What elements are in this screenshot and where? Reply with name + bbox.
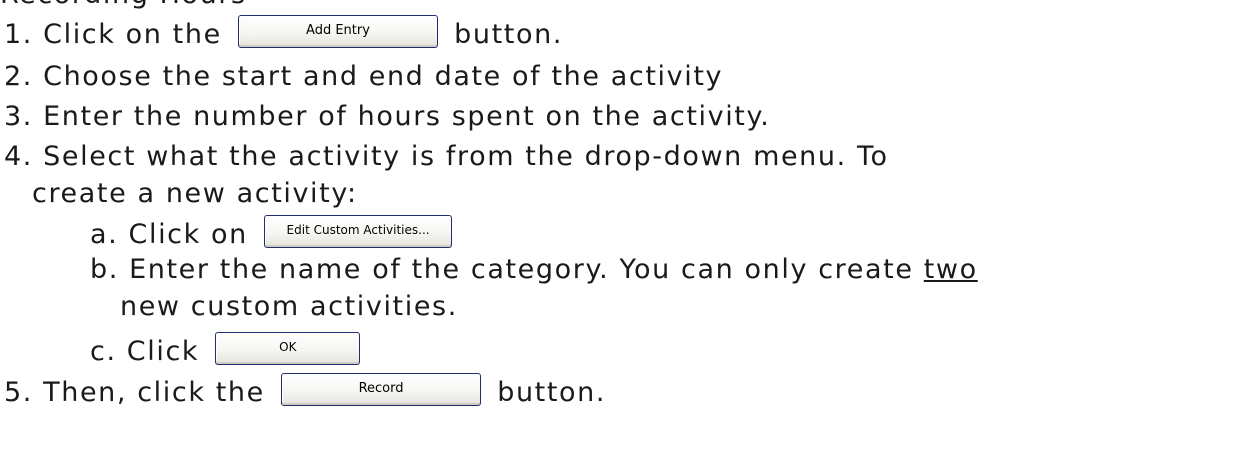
substep-b-underlined-word: two [923,254,978,285]
substep-b-line-2: new custom activities. [120,291,458,322]
substep-a: a. Click on Edit Custom Activities... [90,215,458,252]
substep-c-prefix: c. Click [90,336,200,367]
section-heading: Recording Hours [0,0,247,12]
step-5: 5. Then, click the Record button. [4,373,607,410]
step-3: 3. Enter the number of hours spent on th… [4,101,771,132]
substep-b-line-1: b. Enter the name of the category. You c… [90,253,978,287]
step-4-line-1: 4. Select what the activity is from the … [4,141,889,172]
step-1-suffix: button. [454,19,564,50]
record-button[interactable]: Record [281,373,482,406]
step-4-line-2: create a new activity: [32,178,358,209]
step-1-prefix: 1. Click on the [4,19,222,50]
substep-a-prefix: a. Click on [90,219,248,250]
edit-custom-activities-button[interactable]: Edit Custom Activities... [264,215,453,248]
add-entry-button[interactable]: Add Entry [237,15,438,48]
step-5-prefix: 5. Then, click the [4,377,265,408]
ok-button[interactable]: OK [215,332,361,365]
substep-b-text: b. Enter the name of the category. You c… [90,254,914,285]
substep-c: c. Click OK [90,332,366,369]
step-2: 2. Choose the start and end date of the … [4,61,724,92]
step-1: 1. Click on the Add Entry button. [4,15,564,52]
step-5-suffix: button. [497,377,607,408]
instructions-document: Recording Hours 1. Click on the Add Entr… [0,0,1238,451]
